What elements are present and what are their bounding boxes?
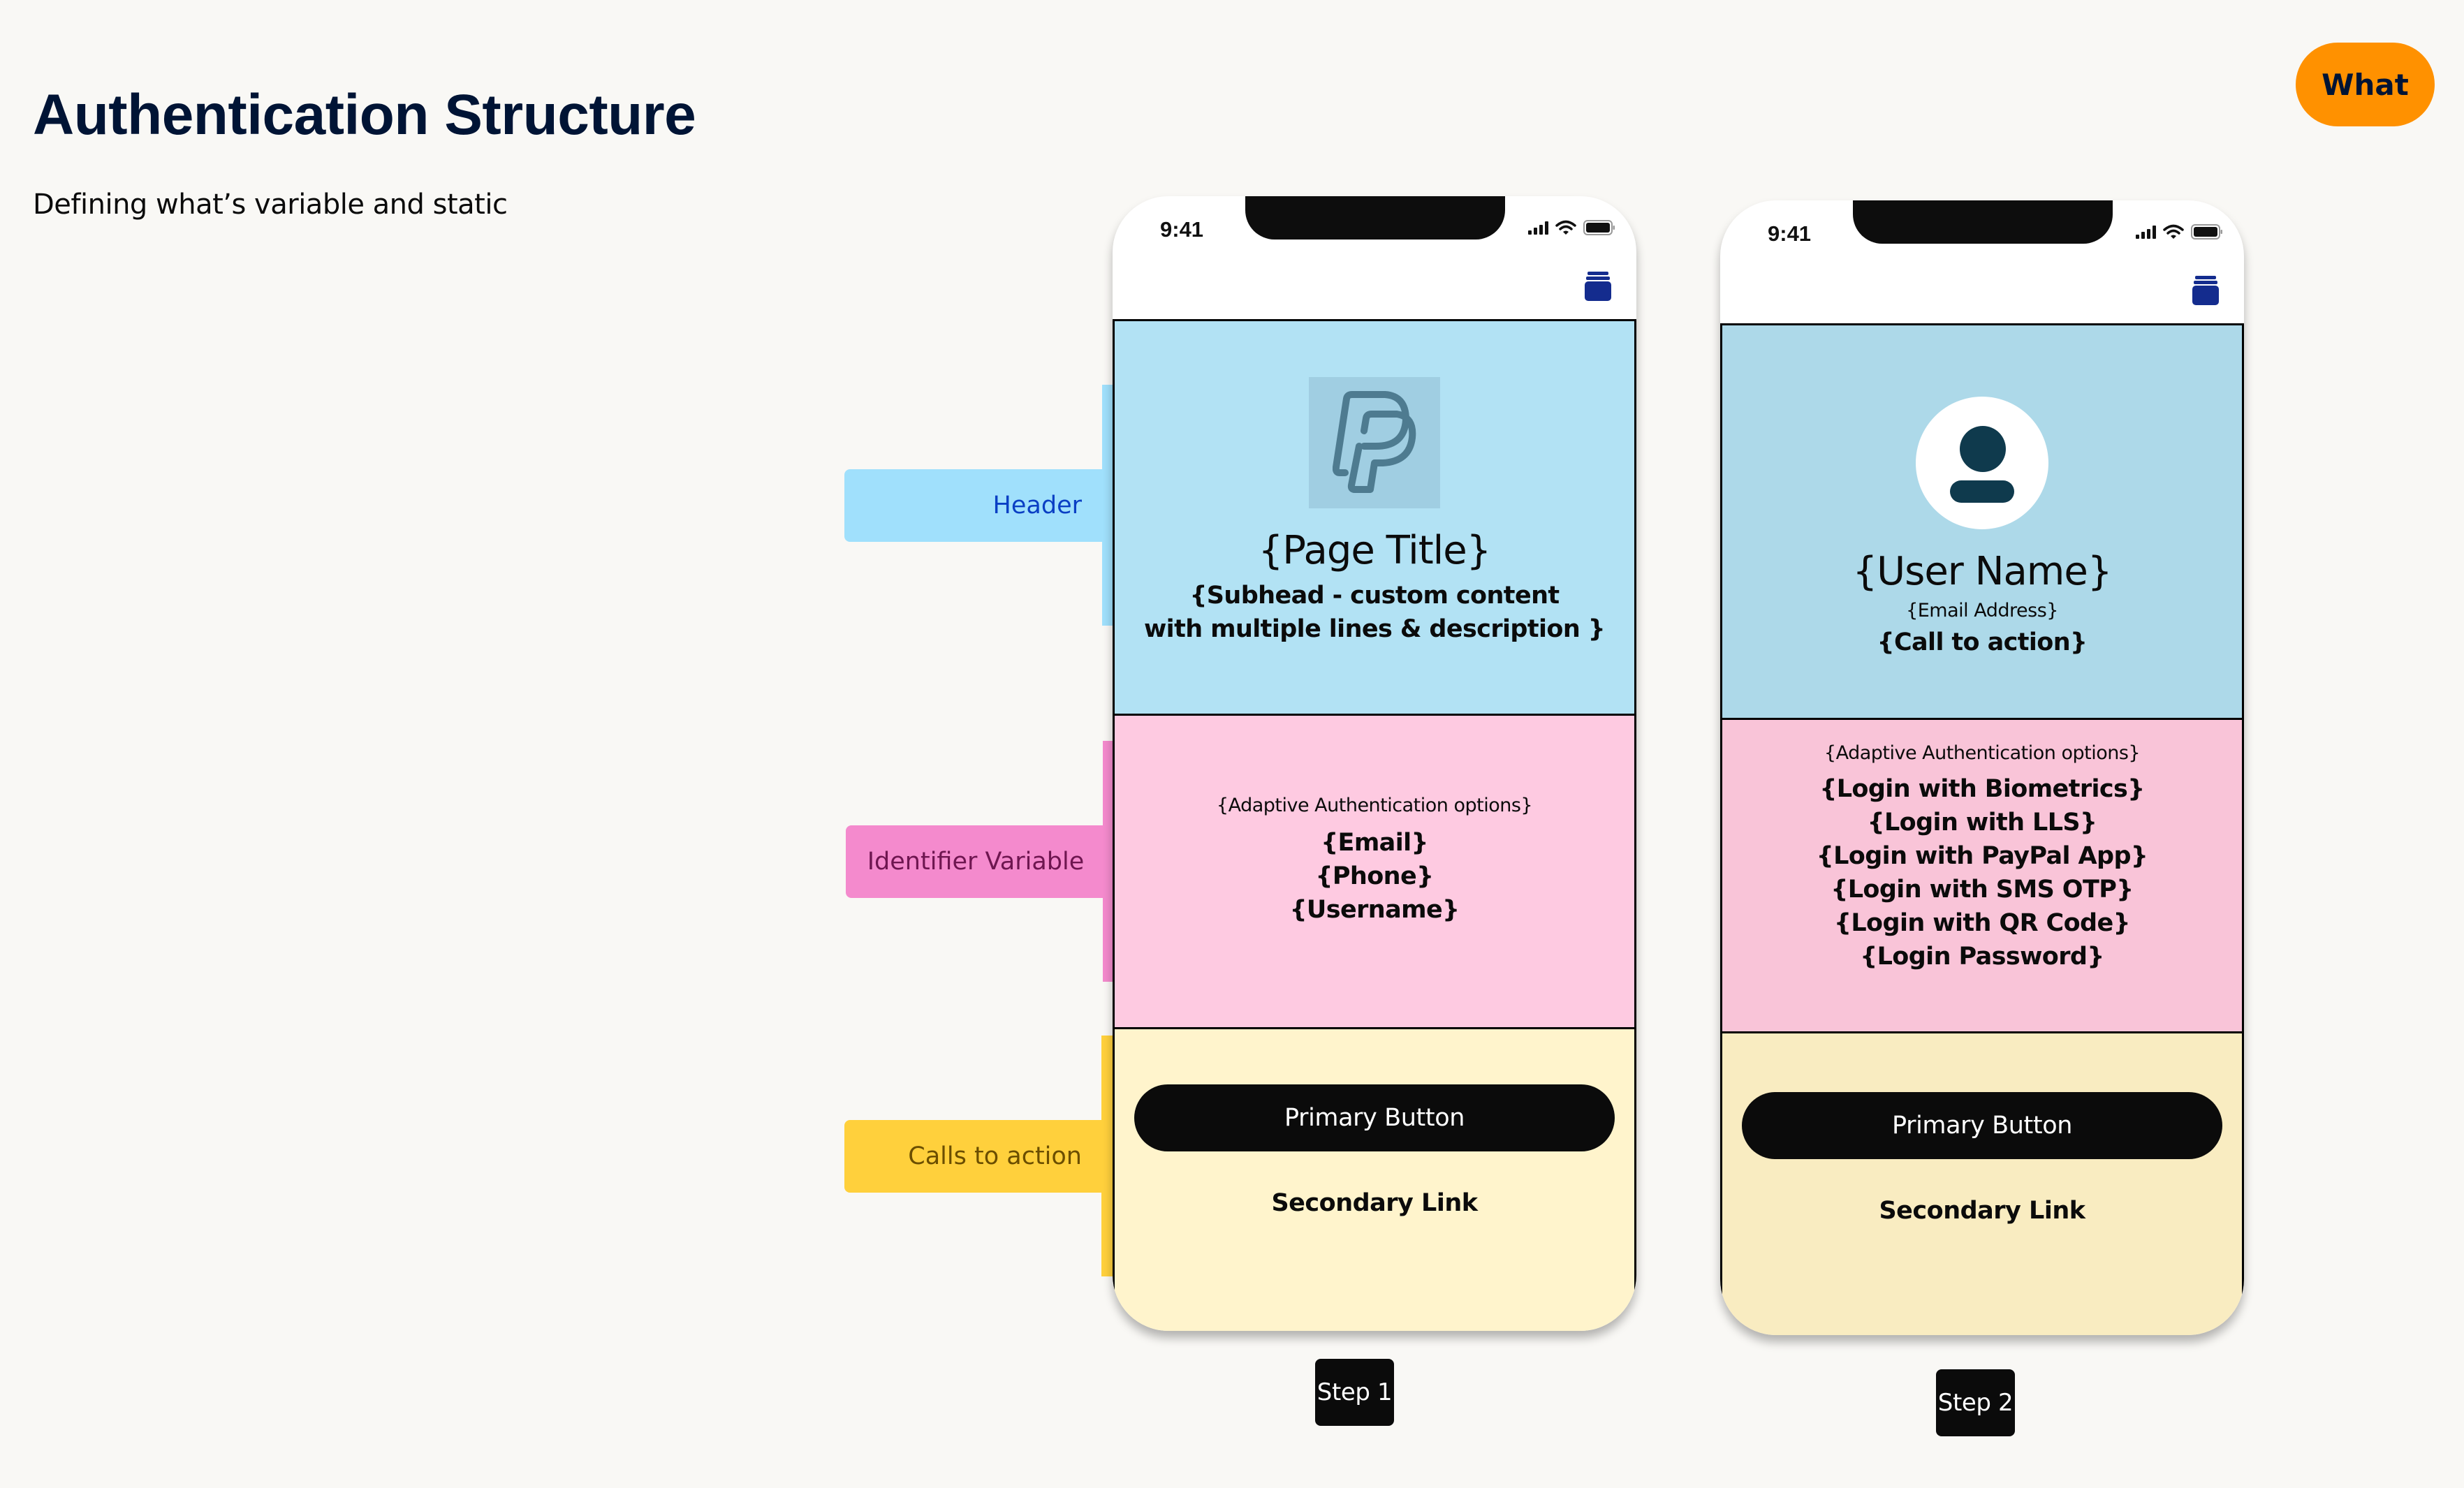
auth-option[interactable]: {Login with PayPal App}: [1817, 839, 2148, 873]
what-badge[interactable]: What: [2296, 43, 2435, 126]
identifier-annotation-label: Identifier Variable: [846, 825, 1106, 898]
phone-notch: [1853, 200, 2113, 244]
page-title: Authentication Structure: [33, 83, 696, 147]
user-name-placeholder: {User Name}: [1852, 549, 2113, 594]
wifi-icon: [1555, 220, 1576, 235]
header-annotation-label: Header: [844, 469, 1104, 542]
adaptive-auth-note: {Adaptive Authentication options}: [1216, 795, 1533, 816]
step-1-badge: Step 1: [1315, 1359, 1394, 1426]
primary-button[interactable]: Primary Button: [1742, 1092, 2222, 1159]
cta-section: Primary Button Secondary Link: [1113, 1027, 1636, 1331]
secondary-link[interactable]: Secondary Link: [1879, 1197, 2085, 1225]
cellular-signal-icon: [2136, 225, 2156, 239]
identifier-option[interactable]: {Email}: [1290, 826, 1460, 860]
paypal-logo-icon: [1309, 377, 1440, 508]
page-subtitle: Defining what’s variable and static: [33, 189, 508, 221]
wallet-icon[interactable]: [1585, 272, 1611, 301]
identifier-option[interactable]: {Username}: [1290, 893, 1460, 927]
status-icons: [1528, 220, 1615, 235]
auth-option[interactable]: {Login with QR Code}: [1817, 906, 2148, 940]
status-time: 9:41: [1160, 217, 1204, 242]
cta-annotation-label: Calls to action: [844, 1120, 1104, 1193]
subhead-line-1: {Subhead - custom content: [1189, 582, 1560, 610]
cellular-signal-icon: [1528, 221, 1548, 235]
battery-icon: [1583, 220, 1615, 235]
auth-option[interactable]: {Login with SMS OTP}: [1817, 873, 2148, 906]
auth-option[interactable]: {Login with LLS}: [1817, 806, 2148, 839]
email-address-placeholder: {Email Address}: [1906, 600, 2058, 621]
wifi-icon: [2163, 224, 2184, 239]
call-to-action-placeholder[interactable]: {Call to action}: [1877, 626, 2088, 659]
adaptive-auth-note: {Adaptive Authentication options}: [1824, 742, 2141, 764]
phone-step-1: 9:41 {Page Title} {Subhead - custom cont…: [1113, 196, 1636, 1331]
auth-option[interactable]: {Login with Biometrics}: [1817, 772, 2148, 806]
phone-notch: [1245, 196, 1505, 240]
battery-icon: [2191, 224, 2222, 240]
header-section: {Page Title} {Subhead - custom content w…: [1113, 319, 1636, 714]
status-time: 9:41: [1768, 221, 1812, 246]
wallet-icon[interactable]: [2192, 276, 2219, 305]
step-2-badge: Step 2: [1936, 1369, 2015, 1436]
identifier-section: {Adaptive Authentication options} {Login…: [1720, 718, 2244, 1033]
subhead-line-2: with multiple lines & description }: [1143, 615, 1606, 643]
page-title-placeholder: {Page Title}: [1258, 528, 1492, 573]
auth-option[interactable]: {Login Password}: [1817, 940, 2148, 973]
cta-section: Primary Button Secondary Link: [1720, 1031, 2244, 1335]
secondary-link[interactable]: Secondary Link: [1271, 1189, 1478, 1217]
identifier-section: {Adaptive Authentication options} {Email…: [1113, 714, 1636, 1029]
phone-step-2: 9:41 {User Name} {Email Address} {Call t…: [1720, 200, 2244, 1335]
identifier-option[interactable]: {Phone}: [1290, 860, 1460, 893]
user-avatar-icon: [1916, 397, 2048, 529]
primary-button[interactable]: Primary Button: [1134, 1084, 1615, 1151]
header-section: {User Name} {Email Address} {Call to act…: [1720, 323, 2244, 719]
status-icons: [2136, 224, 2223, 240]
